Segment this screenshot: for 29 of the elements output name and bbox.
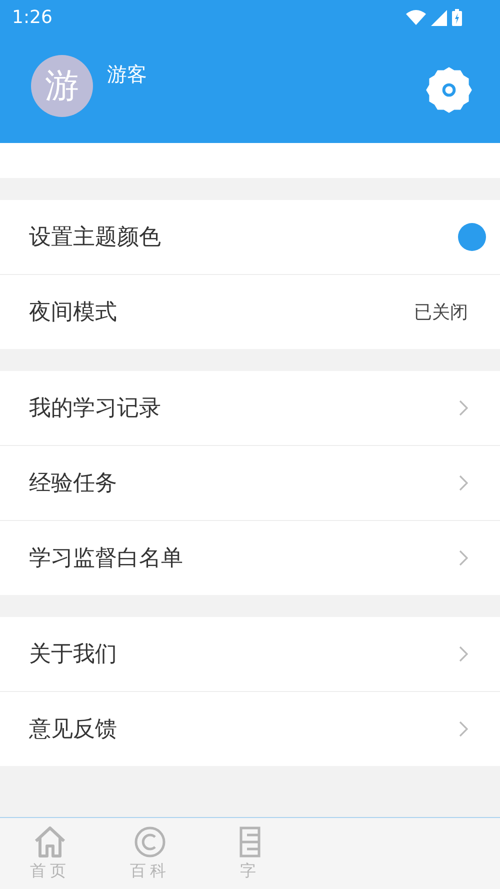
wifi-icon bbox=[406, 10, 426, 25]
chevron-icon bbox=[459, 721, 468, 737]
settings-row[interactable]: 夜间模式 已关闭 bbox=[0, 275, 500, 349]
row-value: 已关闭 bbox=[414, 301, 468, 324]
chevron-icon bbox=[459, 550, 468, 566]
row-label: 经验任务 bbox=[29, 470, 117, 498]
settings-row[interactable]: 意见反馈 bbox=[0, 692, 500, 766]
battery-icon bbox=[452, 9, 462, 26]
settings-row[interactable]: 设置主题颜色 bbox=[0, 200, 500, 275]
row-label: 意见反馈 bbox=[29, 716, 117, 744]
status-time: 1:26 bbox=[12, 7, 52, 28]
chevron-icon bbox=[459, 475, 468, 491]
settings-row[interactable]: 关于我们 bbox=[0, 617, 500, 692]
signal-icon bbox=[431, 10, 447, 26]
row-label: 学习监督白名单 bbox=[29, 545, 183, 573]
row-label: 设置主题颜色 bbox=[29, 224, 161, 252]
user-name: 游客 bbox=[107, 61, 148, 88]
list-icon bbox=[239, 826, 261, 858]
chevron-icon bbox=[459, 646, 468, 662]
settings-row[interactable]: 我的学习记录 bbox=[0, 371, 500, 446]
chevron-icon bbox=[459, 400, 468, 416]
settings-icon[interactable] bbox=[424, 65, 474, 115]
row-label: 夜间模式 bbox=[29, 299, 117, 327]
row-label: 关于我们 bbox=[29, 641, 117, 669]
home-icon bbox=[33, 826, 67, 858]
row-label: 我的学习记录 bbox=[29, 395, 161, 423]
settings-row[interactable]: 经验任务 bbox=[0, 446, 500, 521]
settings-row[interactable]: 学习监督白名单 bbox=[0, 521, 500, 595]
copyright-icon bbox=[134, 826, 166, 858]
